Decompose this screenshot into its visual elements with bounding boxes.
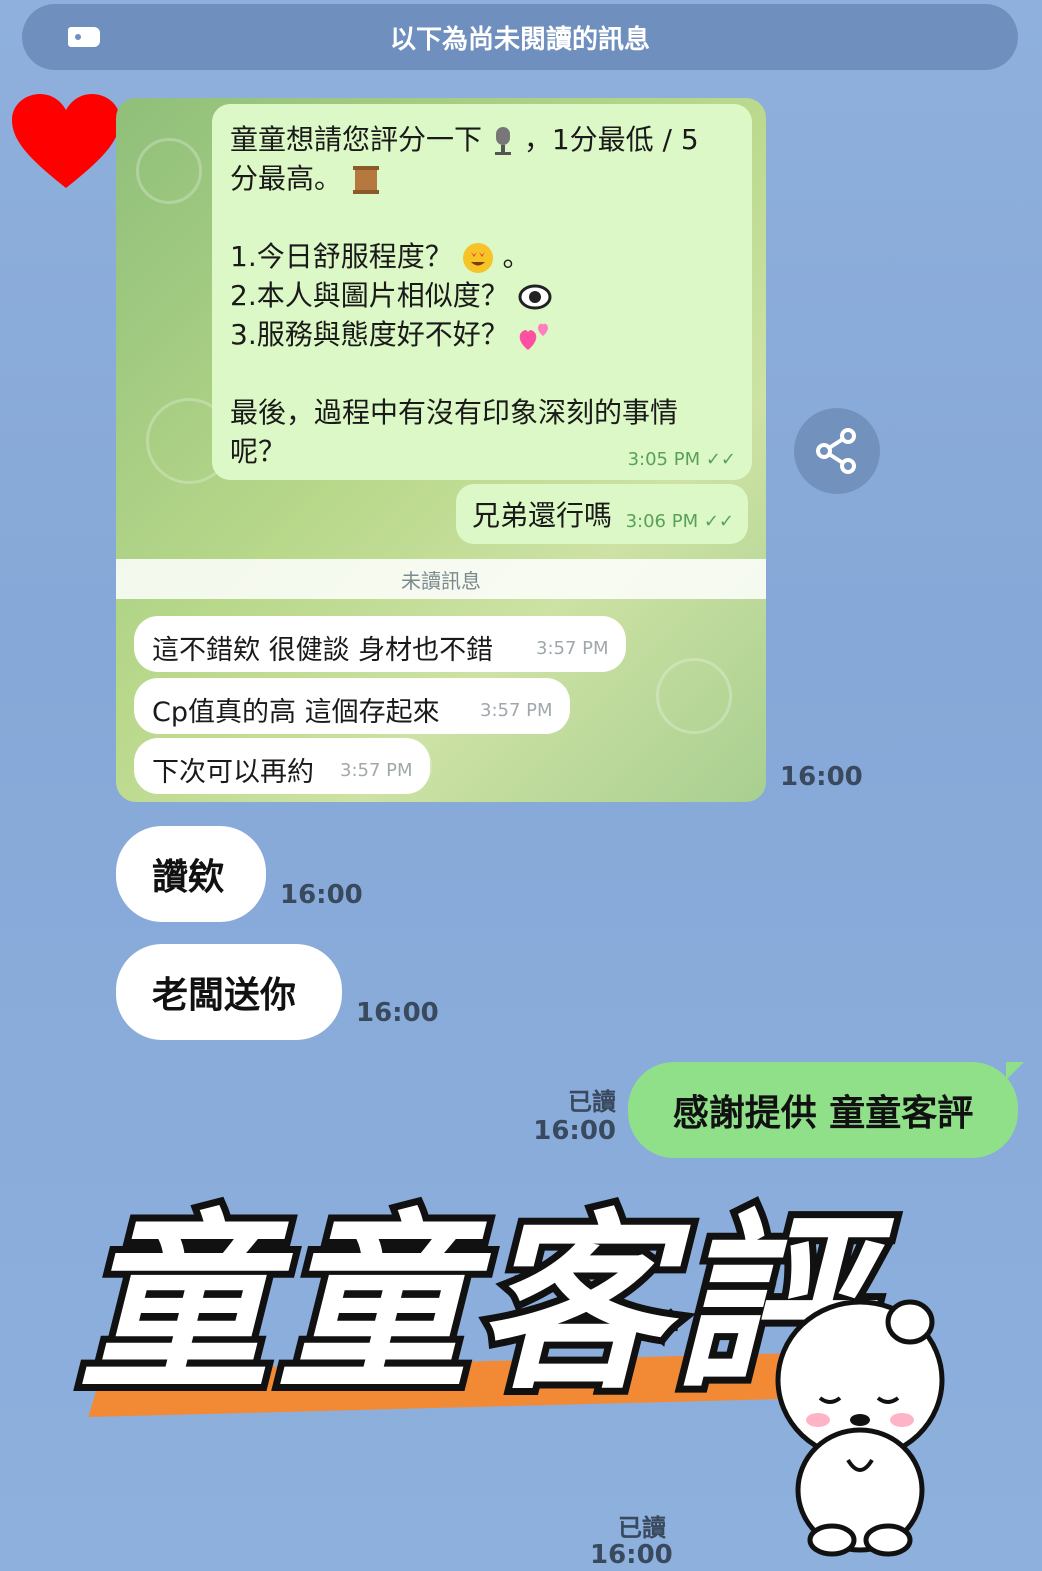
tg-unread-divider: 未讀訊息	[116, 559, 766, 599]
message-timestamp: 16:00	[590, 1540, 673, 1570]
message-timestamp: 16:00	[780, 762, 863, 792]
tg-message-text: 兄弟還行嗎	[472, 499, 613, 532]
tg-timestamp: 3:57 PM	[340, 760, 413, 781]
tg-outgoing-bubble: 兄弟還行嗎 3:06 PM ✓✓	[456, 484, 748, 544]
message-text: 讚欸	[152, 857, 225, 898]
telegram-screenshot-image[interactable]: 童童想請您評分一下 ，1分最低 / 5 分最高。 1.今日舒服程度？ 。 2.本…	[116, 98, 766, 802]
bear-sticker-icon	[775, 1299, 945, 1557]
message-text: 感謝提供 童童客評	[672, 1093, 974, 1134]
tg-message-text: 下次可以再約	[152, 757, 314, 788]
message-timestamp: 16:00	[280, 880, 363, 910]
tg-line: 童童想請您評分一下	[230, 123, 483, 156]
unread-banner-label: 以下為尚未閱讀的訊息	[389, 24, 650, 55]
share-icon	[816, 428, 856, 474]
tg-message-text: Cp值真的高 這個存起來	[152, 697, 440, 728]
tg-line: 3.服務與態度好不好？	[230, 318, 509, 351]
tg-timestamp: 3:57 PM	[480, 700, 553, 721]
tg-incoming-bubble: 下次可以再約 3:57 PM	[134, 738, 430, 794]
outgoing-message-bubble[interactable]: 感謝提供 童童客評	[628, 1062, 1024, 1158]
tg-line: ，1分最低 / 5	[523, 123, 699, 156]
tg-timestamp: 3:06 PM ✓✓	[625, 511, 734, 532]
eye-icon	[518, 284, 552, 310]
heart-icon	[12, 94, 120, 188]
tg-incoming-bubble: 這不錯欸 很健談 身材也不錯 3:57 PM	[134, 616, 626, 672]
read-receipt: 已讀	[618, 1514, 666, 1542]
tg-incoming-bubble: Cp值真的高 這個存起來 3:57 PM	[134, 678, 570, 734]
tg-line: 最後，過程中有沒有印象深刻的事情	[230, 396, 679, 429]
tag-icon	[68, 27, 100, 47]
microphone-icon	[494, 127, 511, 155]
tg-line: 2.本人與圖片相似度？	[230, 279, 509, 312]
incoming-message-bubble[interactable]: 老闆送你	[116, 944, 342, 1040]
tg-line: 分最高。	[230, 162, 343, 195]
incoming-message-bubble[interactable]: 讚欸	[116, 826, 266, 922]
read-receipt: 已讀	[568, 1088, 616, 1116]
tg-line: 1.今日舒服程度？	[230, 240, 453, 273]
heart-eyes-icon	[462, 243, 493, 273]
message-timestamp: 16:00	[356, 998, 439, 1028]
unread-banner[interactable]: 以下為尚未閱讀的訊息	[22, 4, 1018, 70]
tg-timestamp: 3:05 PM ✓✓	[627, 449, 736, 470]
tg-rating-request-bubble: 童童想請您評分一下 ，1分最低 / 5 分最高。 1.今日舒服程度？ 。 2.本…	[212, 104, 752, 480]
message-timestamp: 16:00	[533, 1116, 616, 1146]
message-text: 老闆送你	[152, 975, 297, 1016]
tg-message-text: 這不錯欸 很健談 身材也不錯	[152, 635, 494, 666]
two-hearts-icon	[519, 323, 548, 350]
scroll-icon	[352, 166, 379, 194]
tg-timestamp: 3:57 PM	[536, 638, 609, 659]
share-button[interactable]	[794, 408, 880, 494]
tg-line: 。	[502, 240, 531, 273]
